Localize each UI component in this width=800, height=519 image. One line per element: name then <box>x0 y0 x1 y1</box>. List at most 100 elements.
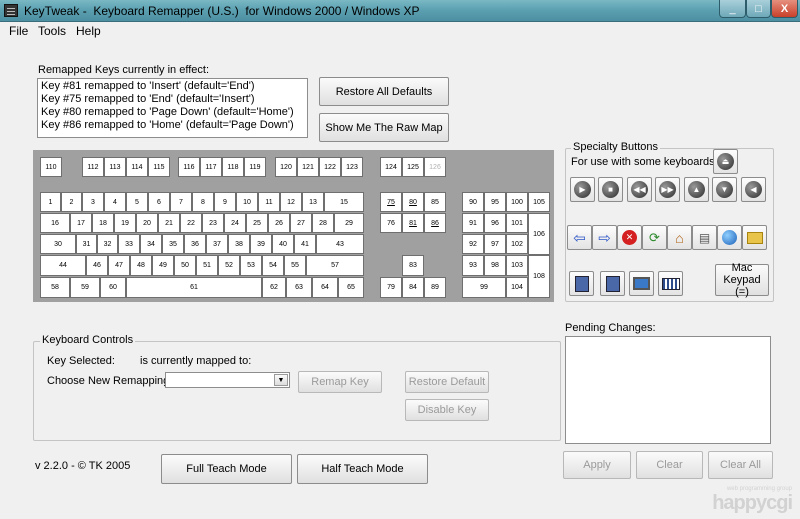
key[interactable]: 121 <box>297 157 319 177</box>
key[interactable]: 91 <box>462 213 484 233</box>
key[interactable]: 18 <box>92 213 114 233</box>
key[interactable]: 103 <box>506 255 528 276</box>
key[interactable]: 1 <box>40 192 61 212</box>
calculator-icon[interactable] <box>658 271 683 296</box>
key[interactable]: 119 <box>244 157 266 177</box>
menu-help[interactable]: Help <box>76 24 101 38</box>
key[interactable]: 50 <box>174 255 196 276</box>
chevron-down-icon[interactable]: ▼ <box>274 374 288 386</box>
key[interactable]: 125 <box>402 157 424 177</box>
key[interactable]: 123 <box>341 157 363 177</box>
key[interactable]: 62 <box>262 277 286 298</box>
key[interactable]: 117 <box>200 157 222 177</box>
mac-keypad-button[interactable]: Mac Keypad (=) <box>715 262 769 298</box>
key[interactable]: 65 <box>338 277 364 298</box>
key[interactable]: 95 <box>484 192 506 212</box>
key[interactable]: 28 <box>312 213 334 233</box>
key[interactable]: 76 <box>380 213 402 233</box>
key[interactable]: 30 <box>40 234 76 254</box>
key[interactable]: 52 <box>218 255 240 276</box>
key[interactable]: 58 <box>40 277 70 298</box>
key[interactable]: 9 <box>214 192 236 212</box>
key[interactable]: 43 <box>316 234 364 254</box>
key[interactable]: 31 <box>76 234 97 254</box>
key[interactable]: 118 <box>222 157 244 177</box>
mute-icon[interactable]: ◀ <box>741 177 766 202</box>
key[interactable]: 6 <box>148 192 170 212</box>
key[interactable]: 57 <box>306 255 364 276</box>
back-arrow-icon[interactable]: ⇦ <box>567 225 592 250</box>
key[interactable]: 2 <box>61 192 82 212</box>
key[interactable]: 63 <box>286 277 312 298</box>
key[interactable]: 44 <box>40 255 86 276</box>
home-icon[interactable]: ⌂ <box>667 225 692 250</box>
favorites-globe-icon[interactable] <box>717 225 742 250</box>
key[interactable]: 17 <box>70 213 92 233</box>
key[interactable]: 54 <box>262 255 284 276</box>
mail-computer-icon[interactable] <box>569 271 594 296</box>
restore-all-defaults-button[interactable]: Restore All Defaults <box>319 77 449 106</box>
key[interactable]: 102 <box>506 234 528 254</box>
key[interactable]: 49 <box>152 255 174 276</box>
key[interactable]: 59 <box>70 277 100 298</box>
key-arrow-right[interactable]: 89 <box>424 277 446 298</box>
key-remapped[interactable]: 86 <box>424 213 446 233</box>
refresh-icon[interactable]: ⟳ <box>642 225 667 250</box>
key[interactable]: 90 <box>462 192 484 212</box>
volume-up-icon[interactable]: ▲ <box>684 177 709 202</box>
key[interactable]: 32 <box>97 234 118 254</box>
key[interactable]: 47 <box>108 255 130 276</box>
key[interactable]: 26 <box>268 213 290 233</box>
my-computer-icon[interactable] <box>629 271 654 296</box>
folder-icon[interactable] <box>742 225 767 250</box>
key[interactable]: 4 <box>104 192 126 212</box>
key[interactable]: 120 <box>275 157 297 177</box>
key[interactable]: 7 <box>170 192 192 212</box>
key[interactable]: 3 <box>82 192 104 212</box>
key[interactable]: 34 <box>140 234 162 254</box>
key[interactable]: 36 <box>184 234 206 254</box>
key[interactable]: 8 <box>192 192 214 212</box>
key[interactable]: 93 <box>462 255 484 276</box>
key[interactable]: 85 <box>424 192 446 212</box>
key[interactable]: 51 <box>196 255 218 276</box>
key[interactable]: 10 <box>236 192 258 212</box>
eject-icon[interactable]: ⏏ <box>713 149 738 174</box>
key[interactable]: 5 <box>126 192 148 212</box>
key[interactable]: 15 <box>324 192 364 212</box>
key[interactable]: 40 <box>272 234 294 254</box>
key[interactable]: 25 <box>246 213 268 233</box>
key[interactable]: 124 <box>380 157 402 177</box>
key-arrow-up[interactable]: 83 <box>402 255 424 276</box>
key[interactable]: 19 <box>114 213 136 233</box>
key[interactable]: 21 <box>158 213 180 233</box>
key[interactable]: 64 <box>312 277 338 298</box>
key[interactable]: 97 <box>484 234 506 254</box>
key-remapped[interactable]: 81 <box>402 213 424 233</box>
play-icon[interactable]: ▶ <box>570 177 595 202</box>
key[interactable]: 29 <box>334 213 364 233</box>
key[interactable]: 55 <box>284 255 306 276</box>
key[interactable]: 110 <box>40 157 62 177</box>
key[interactable]: 60 <box>100 277 126 298</box>
key[interactable]: 105 <box>528 192 550 212</box>
key[interactable]: 98 <box>484 255 506 276</box>
key[interactable]: 16 <box>40 213 70 233</box>
list-item[interactable]: Key #86 remapped to 'Home' (default='Pag… <box>41 119 304 132</box>
forward-arrow-icon[interactable]: ⇨ <box>592 225 617 250</box>
key[interactable]: 38 <box>228 234 250 254</box>
key[interactable]: 100 <box>506 192 528 212</box>
remapped-keys-list[interactable]: Key #81 remapped to 'Insert' (default='E… <box>37 78 308 138</box>
fast-forward-icon[interactable]: ▶▶ <box>655 177 680 202</box>
key-arrow-down[interactable]: 84 <box>402 277 424 298</box>
key[interactable]: 115 <box>148 157 170 177</box>
menu-tools[interactable]: Tools <box>38 24 66 38</box>
stop-web-icon[interactable]: ✕ <box>617 225 642 250</box>
full-teach-mode-button[interactable]: Full Teach Mode <box>161 454 292 484</box>
key[interactable]: 35 <box>162 234 184 254</box>
key-numpad-plus[interactable]: 106 <box>528 213 550 255</box>
stop-icon[interactable]: ■ <box>598 177 623 202</box>
list-item[interactable]: Key #81 remapped to 'Insert' (default='E… <box>41 80 304 93</box>
key[interactable]: 41 <box>294 234 316 254</box>
pending-changes-list[interactable] <box>565 336 771 444</box>
